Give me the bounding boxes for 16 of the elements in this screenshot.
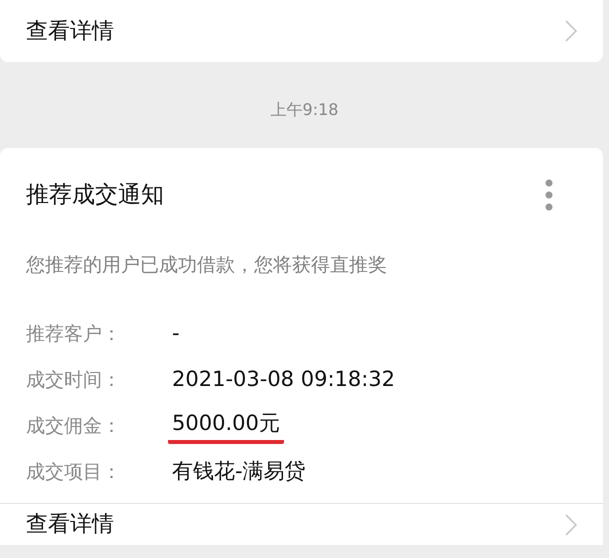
field-label: 推荐客户： (26, 322, 122, 347)
field-value: - (172, 320, 180, 348)
message-title: 推荐成交通知 (26, 181, 164, 210)
field-label: 成交时间： (26, 368, 122, 393)
details-link[interactable]: 查看详情 (0, 503, 603, 545)
timestamp: 上午9:18 (270, 99, 340, 121)
more-icon[interactable] (545, 179, 553, 212)
field-label: 成交佣金： (26, 414, 122, 439)
field-value: 2021-03-08 09:18:32 (172, 366, 396, 394)
chevron-right-icon (565, 20, 577, 42)
details-link[interactable]: 查看详情 (0, 0, 603, 62)
field-value: 有钱花-满易贷 (172, 458, 306, 486)
message-description: 您推荐的用户已成功借款，您将获得直推奖 (26, 254, 387, 276)
field-value: 5000.00元 (168, 408, 284, 444)
chevron-right-icon (565, 514, 577, 536)
field-label: 成交项目： (26, 460, 122, 485)
